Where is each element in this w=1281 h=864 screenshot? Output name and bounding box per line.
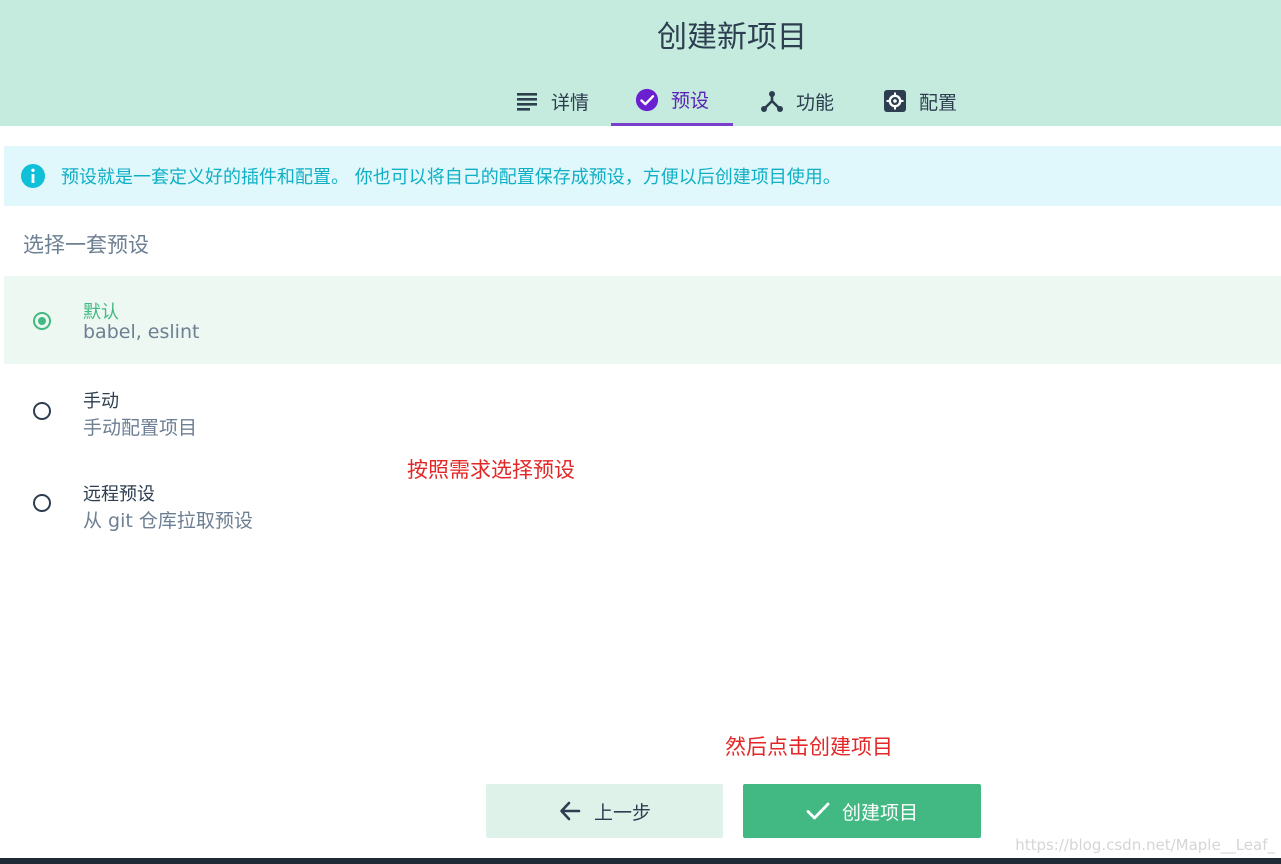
create-project-label: 创建项目 <box>841 801 918 824</box>
preset-description: 从 git 仓库拉取预设 <box>83 510 253 532</box>
radio-button[interactable] <box>33 494 51 512</box>
check-circle-icon <box>635 88 659 112</box>
check-icon <box>806 799 830 823</box>
tab-features[interactable]: 功能 <box>752 76 842 126</box>
info-banner: 预设就是一套定义好的插件和配置。 你也可以将自己的配置保存成预设，方便以后创建项… <box>4 146 1281 206</box>
info-text: 预设就是一套定义好的插件和配置。 你也可以将自己的配置保存成预设，方便以后创建项… <box>61 167 841 188</box>
previous-step-button[interactable]: 上一步 <box>486 784 723 838</box>
create-project-button[interactable]: 创建项目 <box>743 784 981 838</box>
tab-config-label: 配置 <box>918 91 957 114</box>
app-header: 创建新项目 详情 预设 功能 配置 <box>0 0 1281 126</box>
radio-button-selected[interactable] <box>33 312 51 330</box>
tab-details[interactable]: 详情 <box>507 76 597 126</box>
bottom-bar <box>0 858 1281 864</box>
preset-name: 手动 <box>83 391 119 412</box>
tab-config[interactable]: 配置 <box>875 76 965 126</box>
preset-name: 远程预设 <box>83 484 155 505</box>
tab-presets-label: 预设 <box>670 90 709 112</box>
preset-description: 手动配置项目 <box>83 417 198 439</box>
list-icon <box>515 89 539 113</box>
preset-option-default[interactable]: 默认 babel, eslint <box>4 276 1281 364</box>
radio-button[interactable] <box>33 402 51 420</box>
info-icon <box>20 163 46 189</box>
settings-gear-icon <box>883 89 907 113</box>
annotation-select-preset: 按照需求选择预设 <box>407 458 575 482</box>
fork-icon <box>760 89 784 113</box>
preset-section-title: 选择一套预设 <box>23 233 149 257</box>
preset-description: babel, eslint <box>83 321 200 343</box>
tab-features-label: 功能 <box>795 91 834 114</box>
watermark: https://blog.csdn.net/Maple__Leaf_ <box>1015 836 1275 854</box>
step-tabs: 详情 预设 功能 配置 <box>0 76 1281 126</box>
page-title: 创建新项目 <box>657 20 807 55</box>
previous-step-label: 上一步 <box>593 801 651 824</box>
preset-option-remote[interactable]: 远程预设 从 git 仓库拉取预设 <box>4 457 1281 545</box>
preset-option-manual[interactable]: 手动 手动配置项目 <box>4 365 1281 453</box>
tab-presets[interactable]: 预设 <box>611 76 733 126</box>
annotation-click-create: 然后点击创建项目 <box>725 735 893 759</box>
arrow-left-icon <box>558 799 582 823</box>
tab-details-label: 详情 <box>550 91 589 114</box>
